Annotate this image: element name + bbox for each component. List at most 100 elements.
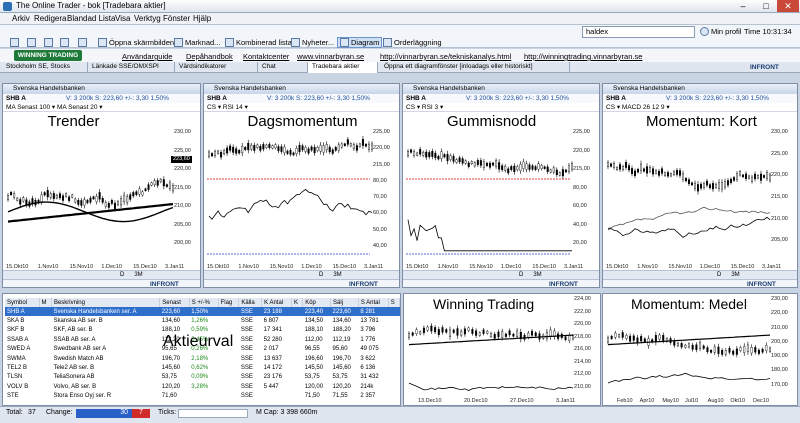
tab-open-diagram[interactable]: Öppna ett diagramfönster [inloadags elle… [380, 62, 570, 73]
table-row[interactable]: SHB A Svenska Handelsbanken ser. A 223,60 1… [5, 307, 400, 317]
indicator-selector[interactable]: CS ▾ MACD 26 12 9 ▾ [603, 103, 797, 112]
zoom-select[interactable]: 3M [333, 272, 341, 278]
zoom-select[interactable]: 3M [731, 272, 739, 278]
menu-blandad-lista[interactable]: Blandad Lista [67, 14, 115, 23]
maximize-button[interactable]: □ [755, 0, 777, 12]
open-screen-button[interactable]: Öppna skärmbilden [98, 37, 174, 48]
link-vinnarbyran[interactable]: www.vinnarbyran.se [297, 52, 364, 61]
market-button[interactable]: Marknad... [174, 37, 220, 48]
price-candle [467, 327, 470, 331]
link-technical-analysis[interactable]: http://vinnarbyran.se/tekniskanalys.html [380, 52, 511, 61]
interval-select[interactable]: D [519, 272, 523, 278]
close-button[interactable]: ✕ [777, 0, 799, 12]
price-candle [445, 329, 448, 333]
column-header[interactable]: Symbol [5, 298, 40, 307]
y-tick-label: 216,00 [574, 346, 591, 352]
layout-button[interactable] [78, 37, 87, 48]
chart-nav-bar[interactable]: D 3M [603, 270, 797, 279]
column-header[interactable]: Flag [218, 298, 240, 307]
back-icon [10, 38, 19, 47]
price-candle [232, 146, 235, 153]
column-header[interactable]: K Antal [261, 298, 292, 307]
menu-hjalp[interactable]: Hjälp [193, 14, 211, 23]
table-cell: 96,55 [304, 346, 320, 353]
y-tick-label: 210,00 [574, 383, 591, 390]
column-header[interactable]: Beskrivning [51, 298, 161, 307]
table-row[interactable]: SWMA Swedish Match AB 196,70 2,18% SSE 13 637… [5, 354, 400, 363]
price-candle [211, 153, 214, 157]
news-button[interactable]: Nyheter... [291, 37, 334, 48]
minimize-button[interactable]: – [732, 0, 754, 12]
tab-linked-sse[interactable]: Länkade SSE/OMXSPI [88, 62, 175, 73]
column-header[interactable]: S [388, 298, 401, 307]
table-row[interactable]: STE Stora Enso Oyj ser. R 71,60 SSE 71,50 71,… [5, 392, 400, 401]
combined-list-button[interactable]: Kombinerad lista [225, 37, 292, 48]
price-chart[interactable] [407, 312, 575, 406]
link-depot-handbook[interactable]: Depåhandbok [186, 52, 233, 61]
column-header[interactable]: Köp [302, 298, 332, 307]
price-candle [531, 165, 534, 170]
price-chart[interactable] [606, 312, 772, 406]
diagram-button[interactable]: Diagram [337, 37, 383, 48]
link-winningtrading[interactable]: http://winningtrading.vinnarbyran.se [524, 52, 642, 61]
interval-select[interactable]: D [717, 272, 721, 278]
price-candle [673, 340, 676, 346]
price-candle [761, 348, 764, 353]
nav-back-button[interactable] [10, 37, 19, 48]
price-candle [292, 152, 295, 156]
column-header[interactable]: K [291, 298, 304, 307]
price-chart[interactable] [606, 129, 772, 264]
menu-visa[interactable]: Visa [115, 14, 130, 23]
table-cell: 52 280 [263, 336, 282, 343]
title-bar: The Online Trader - bok [Tradebara aktie… [0, 0, 800, 13]
chart-nav-bar[interactable]: D 3M [3, 270, 200, 279]
chart-nav-bar[interactable]: D 3M [204, 270, 399, 279]
column-header[interactable]: Senast [159, 298, 190, 307]
zoom-select[interactable]: 3M [533, 272, 541, 278]
zoom-select[interactable]: 3M [134, 272, 142, 278]
profile-button[interactable]: Min profil [700, 26, 741, 37]
column-header[interactable]: Källa [238, 298, 263, 307]
menu-verktyg[interactable]: Verktyg [134, 14, 161, 23]
column-header[interactable]: M [39, 298, 52, 307]
menu-arkiv[interactable]: Arkiv [12, 14, 30, 23]
panel-footer: INFRONT [204, 279, 399, 287]
menu-redigera[interactable]: Redigera [34, 14, 66, 23]
tab-tradeable-stocks[interactable]: Tradebara aktier [308, 62, 378, 73]
price-candle [430, 325, 433, 332]
refresh-button[interactable] [44, 37, 53, 48]
nav-forward-button[interactable] [27, 37, 36, 48]
tab-chat[interactable]: Chat [258, 62, 308, 73]
tab-stockholm-stocks[interactable]: Stockholm SE, Stocks [2, 62, 88, 73]
settings-button[interactable] [60, 37, 69, 48]
table-row[interactable]: VOLV B Volvo, AB ser. B 120,20 3,28% SSE 5 44… [5, 382, 400, 391]
indicator-selector[interactable]: MA Senast 100 ▾ MA Senast 20 ▾ [3, 103, 200, 112]
table-row[interactable]: TLSN TeliaSonera AB 53,75 0,09% SSE 23 176 53,… [5, 373, 400, 382]
table-row[interactable]: SKA B Skanska AB ser. B 134,60 1,26% SSE 6 80… [5, 316, 400, 325]
column-header[interactable]: S Antal [358, 298, 389, 307]
table-row[interactable]: TEL2 B Tele2 AB ser. B 145,60 0,62% SSE 14 17… [5, 363, 400, 372]
interval-select[interactable]: D [319, 272, 323, 278]
link-contact-center[interactable]: Kontaktcenter [243, 52, 289, 61]
column-header[interactable]: S +/-% [189, 298, 219, 307]
x-tick-label: 20.Dec10 [464, 398, 488, 404]
winning-trading-logo[interactable]: WINNING TRADING [14, 50, 82, 61]
link-user-guide[interactable]: Användarguide [122, 52, 172, 61]
price-candle [244, 147, 247, 151]
indicator-selector[interactable]: CS ▾ RSI 14 ▾ [204, 103, 399, 112]
infront-brand: INFRONT [549, 281, 578, 288]
menu-fonster[interactable]: Fönster [163, 14, 190, 23]
tab-indicators[interactable]: Värdsindikatorer [175, 62, 258, 73]
interval-select[interactable]: D [120, 272, 124, 278]
column-header[interactable]: Sälj [330, 298, 359, 307]
order-button[interactable]: Orderläggning [383, 37, 442, 48]
price-chart[interactable] [6, 129, 175, 264]
price-candle [512, 333, 515, 337]
chart-nav-bar[interactable]: D 3M [403, 270, 599, 279]
search-input[interactable]: haldex [582, 26, 695, 38]
price-chart[interactable] [207, 129, 374, 264]
indicator-selector[interactable]: CS ▾ RSI 3 ▾ [403, 103, 599, 112]
price-chart[interactable] [406, 129, 574, 264]
table-cell: 223,60 [159, 307, 190, 317]
table-cell [292, 345, 303, 354]
